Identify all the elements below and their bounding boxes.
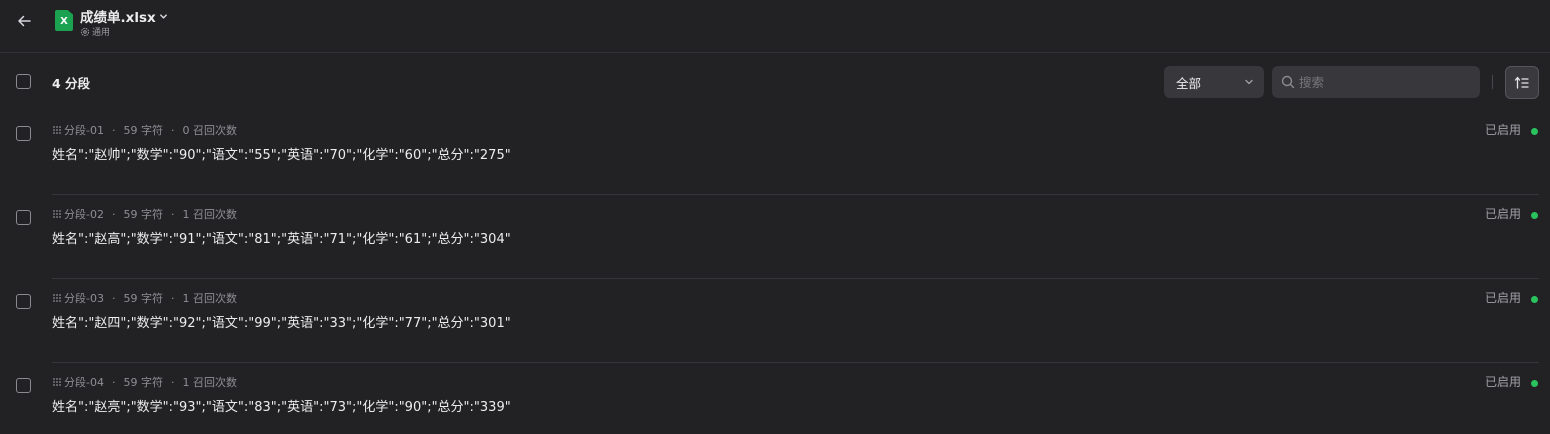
segment-checkbox[interactable] [16, 294, 31, 309]
meta-separator: · [111, 375, 116, 389]
segment-id: 分段-02 [64, 208, 104, 221]
segment-meta: 分段-04 · 59 字符 · 1 召回次数 [52, 374, 237, 390]
file-title-dropdown[interactable]: 成绩单.xlsx [80, 6, 168, 26]
search-icon [1281, 75, 1295, 89]
meta-separator: · [170, 291, 175, 305]
top-bar: X 成绩单.xlsx 通用 [0, 0, 1550, 53]
segment-content: 姓名":"赵亮";"数学":"93";"语文":"83";"英语":"73";"… [52, 400, 511, 415]
segment-status: 已启用 [1484, 207, 1521, 221]
meta-separator: · [111, 207, 116, 221]
meta-separator: · [170, 207, 175, 221]
status-enabled-dot [1531, 380, 1538, 387]
segment-meta: 分段-02 · 59 字符 · 1 召回次数 [52, 206, 237, 222]
meta-separator: · [170, 375, 175, 389]
segment-id: 分段-04 [64, 376, 104, 389]
segment-recall-count: 1 召回次数 [182, 292, 237, 305]
drag-handle-icon[interactable] [52, 125, 62, 135]
segment-id: 分段-03 [64, 292, 104, 305]
segment-char-count: 59 字符 [123, 124, 163, 137]
segment-recall-count: 0 召回次数 [182, 124, 237, 137]
segment-item[interactable]: 分段-03 · 59 字符 · 1 召回次数 姓名":"赵四";"数学":"92… [0, 279, 1550, 363]
segment-item[interactable]: 分段-02 · 59 字符 · 1 召回次数 姓名":"赵高";"数学":"91… [0, 195, 1550, 279]
segment-content: 姓名":"赵高";"数学":"91";"语文":"81";"英语":"71";"… [52, 232, 511, 247]
sort-order-button[interactable] [1505, 66, 1539, 99]
segment-char-count: 59 字符 [123, 376, 163, 389]
sort-list-icon [1514, 76, 1529, 89]
segment-status: 已启用 [1484, 291, 1521, 305]
filter-selected-label: 全部 [1176, 75, 1202, 91]
meta-separator: · [170, 123, 175, 137]
file-name: 成绩单.xlsx [80, 10, 156, 26]
meta-separator: · [111, 123, 116, 137]
segment-content: 姓名":"赵帅";"数学":"90";"语文":"55";"英语":"70";"… [52, 148, 511, 163]
drag-handle-icon[interactable] [52, 209, 62, 219]
meta-separator: · [111, 291, 116, 305]
gear-icon [80, 27, 90, 37]
back-button[interactable] [14, 11, 34, 31]
segment-item[interactable]: 分段-04 · 59 字符 · 1 召回次数 姓名":"赵亮";"数学":"93… [0, 363, 1550, 434]
status-enabled-dot [1531, 212, 1538, 219]
segment-char-count: 59 字符 [123, 292, 163, 305]
select-all-checkbox[interactable] [16, 74, 31, 89]
segment-content: 姓名":"赵四";"数学":"92";"语文":"99";"英语":"33";"… [52, 316, 511, 331]
status-enabled-dot [1531, 128, 1538, 135]
file-mode-label: 通用 [92, 28, 111, 38]
segment-item[interactable]: 分段-01 · 59 字符 · 0 召回次数 姓名":"赵帅";"数学":"90… [0, 111, 1550, 195]
chevron-down-icon [1245, 79, 1253, 85]
segment-meta: 分段-01 · 59 字符 · 0 召回次数 [52, 122, 237, 138]
status-enabled-dot [1531, 296, 1538, 303]
segment-id: 分段-01 [64, 124, 104, 137]
segment-status: 已启用 [1484, 375, 1521, 389]
segment-recall-count: 1 召回次数 [182, 208, 237, 221]
search-input[interactable] [1299, 74, 1469, 90]
segment-meta: 分段-03 · 59 字符 · 1 召回次数 [52, 290, 237, 306]
segment-count: 4 分段 [52, 76, 91, 91]
arrow-left-icon [18, 15, 31, 27]
file-mode: 通用 [80, 25, 110, 38]
segment-status: 已启用 [1484, 123, 1521, 137]
chevron-down-icon [159, 14, 167, 19]
excel-icon-letter: X [60, 16, 68, 27]
toolbar-divider [1492, 75, 1493, 89]
segments-toolbar: 4 分段 全部 [0, 53, 1550, 111]
search-box[interactable] [1272, 66, 1480, 98]
segment-recall-count: 1 召回次数 [182, 376, 237, 389]
status-filter-select[interactable]: 全部 [1164, 66, 1264, 98]
segment-checkbox[interactable] [16, 210, 31, 225]
segment-checkbox[interactable] [16, 126, 31, 141]
drag-handle-icon[interactable] [52, 377, 62, 387]
drag-handle-icon[interactable] [52, 293, 62, 303]
segment-char-count: 59 字符 [123, 208, 163, 221]
excel-file-icon: X [55, 10, 73, 31]
segment-checkbox[interactable] [16, 378, 31, 393]
